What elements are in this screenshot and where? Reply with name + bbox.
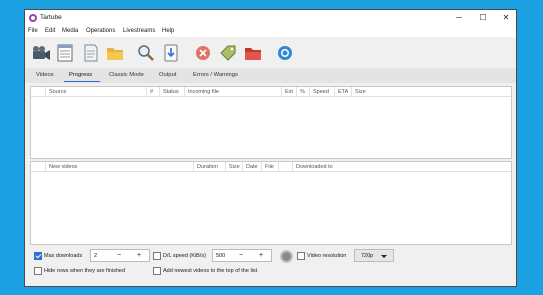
max-downloads-plus-button[interactable]: + [133,250,145,261]
new-videos-table-header: New videos Duration Size Date File Downl… [31,162,511,172]
title-bar: Tartube ─ ☐ ✕ [25,10,516,26]
dl-speed-checkbox[interactable] [153,252,161,260]
column-size[interactable]: Size [225,162,242,172]
download-icon[interactable] [161,44,181,62]
tab-classic-mode[interactable]: Classic Mode [109,72,144,78]
menu-file[interactable]: File [28,28,38,34]
dl-speed-label: D/L speed (KiB/s) [163,253,206,259]
active-tab-indicator [64,81,100,82]
column-source[interactable]: Source [45,87,146,97]
max-downloads-value[interactable]: 2 [94,253,97,259]
dl-speed-minus-button[interactable]: − [235,250,247,261]
column-speed[interactable]: Speed [309,87,334,97]
max-downloads-minus-button[interactable]: − [113,250,125,261]
column-status[interactable]: Status [159,87,184,97]
column-size[interactable]: Size [351,87,513,97]
tab-output[interactable]: Output [159,72,176,78]
column-blank [31,87,45,97]
document-icon[interactable] [80,44,100,62]
new-videos-table[interactable]: New videos Duration Size Date File Downl… [30,161,512,245]
film-camera-icon[interactable] [31,44,51,62]
tab-videos[interactable]: Videos [36,72,54,78]
hide-rows-checkbox[interactable] [34,267,42,275]
tag-icon[interactable] [218,44,238,62]
column-duration[interactable]: Duration [193,162,225,172]
column-file[interactable]: File [261,162,278,172]
progress-table[interactable]: Source # Status Incoming file Ext % Spee… [30,86,512,159]
column-spacer [278,162,292,172]
stop-icon[interactable] [193,44,213,62]
column-downloaded-to[interactable]: Downloaded to [292,162,513,172]
minimize-button[interactable]: ─ [448,10,470,26]
chevron-down-icon [381,255,387,258]
dl-speed-value[interactable]: 500 [216,253,225,259]
menu-edit[interactable]: Edit [45,28,55,34]
video-resolution-label: Video resolution [307,253,347,259]
column-index[interactable]: # [146,87,159,97]
column-percent[interactable]: % [296,87,309,97]
toolbar [25,37,516,67]
tab-bar: Videos Progress Classic Mode Output Erro… [25,68,516,83]
maximize-button[interactable]: ☐ [472,10,494,26]
add-newest-label: Add newest videos to the top of the list [163,268,258,274]
column-date[interactable]: Date [242,162,261,172]
dl-speed-spinner[interactable]: 500 − + [212,249,272,262]
magnifier-icon[interactable] [136,44,156,62]
video-resolution-value: 720p [361,253,374,259]
add-newest-checkbox[interactable] [153,267,161,275]
column-ext[interactable]: Ext [281,87,296,97]
menu-operations[interactable]: Operations [86,28,115,34]
tab-progress[interactable]: Progress [69,72,92,78]
close-button[interactable]: ✕ [495,10,517,26]
max-downloads-label: Max downloads [44,253,83,259]
refresh-circle-icon[interactable] [275,44,295,62]
progress-table-header: Source # Status Incoming file Ext % Spee… [31,87,511,97]
window-title: Tartube [40,14,62,21]
dl-speed-plus-button[interactable]: + [255,250,267,261]
menu-livestreams[interactable]: Livestreams [123,28,155,34]
menu-help[interactable]: Help [162,28,174,34]
column-eta[interactable]: ETA [334,87,351,97]
column-blank [31,162,45,172]
max-downloads-spinner[interactable]: 2 − + [90,249,150,262]
menu-media[interactable]: Media [62,28,78,34]
column-new-videos[interactable]: New videos [45,162,193,172]
table-icon[interactable] [55,44,75,62]
speed-limit-icon[interactable] [280,250,293,263]
menu-bar: File Edit Media Operations Livestreams H… [25,26,516,37]
app-window: Tartube ─ ☐ ✕ File Edit Media Operations… [24,9,517,287]
hide-rows-label: Hide rows when they are finished [44,268,126,274]
column-incoming-file[interactable]: Incoming file [184,87,281,97]
folder-icon[interactable] [105,44,125,62]
delete-folder-icon[interactable] [243,44,263,62]
video-resolution-checkbox[interactable] [297,252,305,260]
footer-controls: Max downloads 2 − + D/L speed (KiB/s) 50… [30,248,512,282]
app-logo-icon [29,14,37,22]
max-downloads-checkbox[interactable] [34,252,42,260]
video-resolution-dropdown[interactable]: 720p [354,249,394,262]
tab-errors-warnings[interactable]: Errors / Warnings [193,72,238,78]
